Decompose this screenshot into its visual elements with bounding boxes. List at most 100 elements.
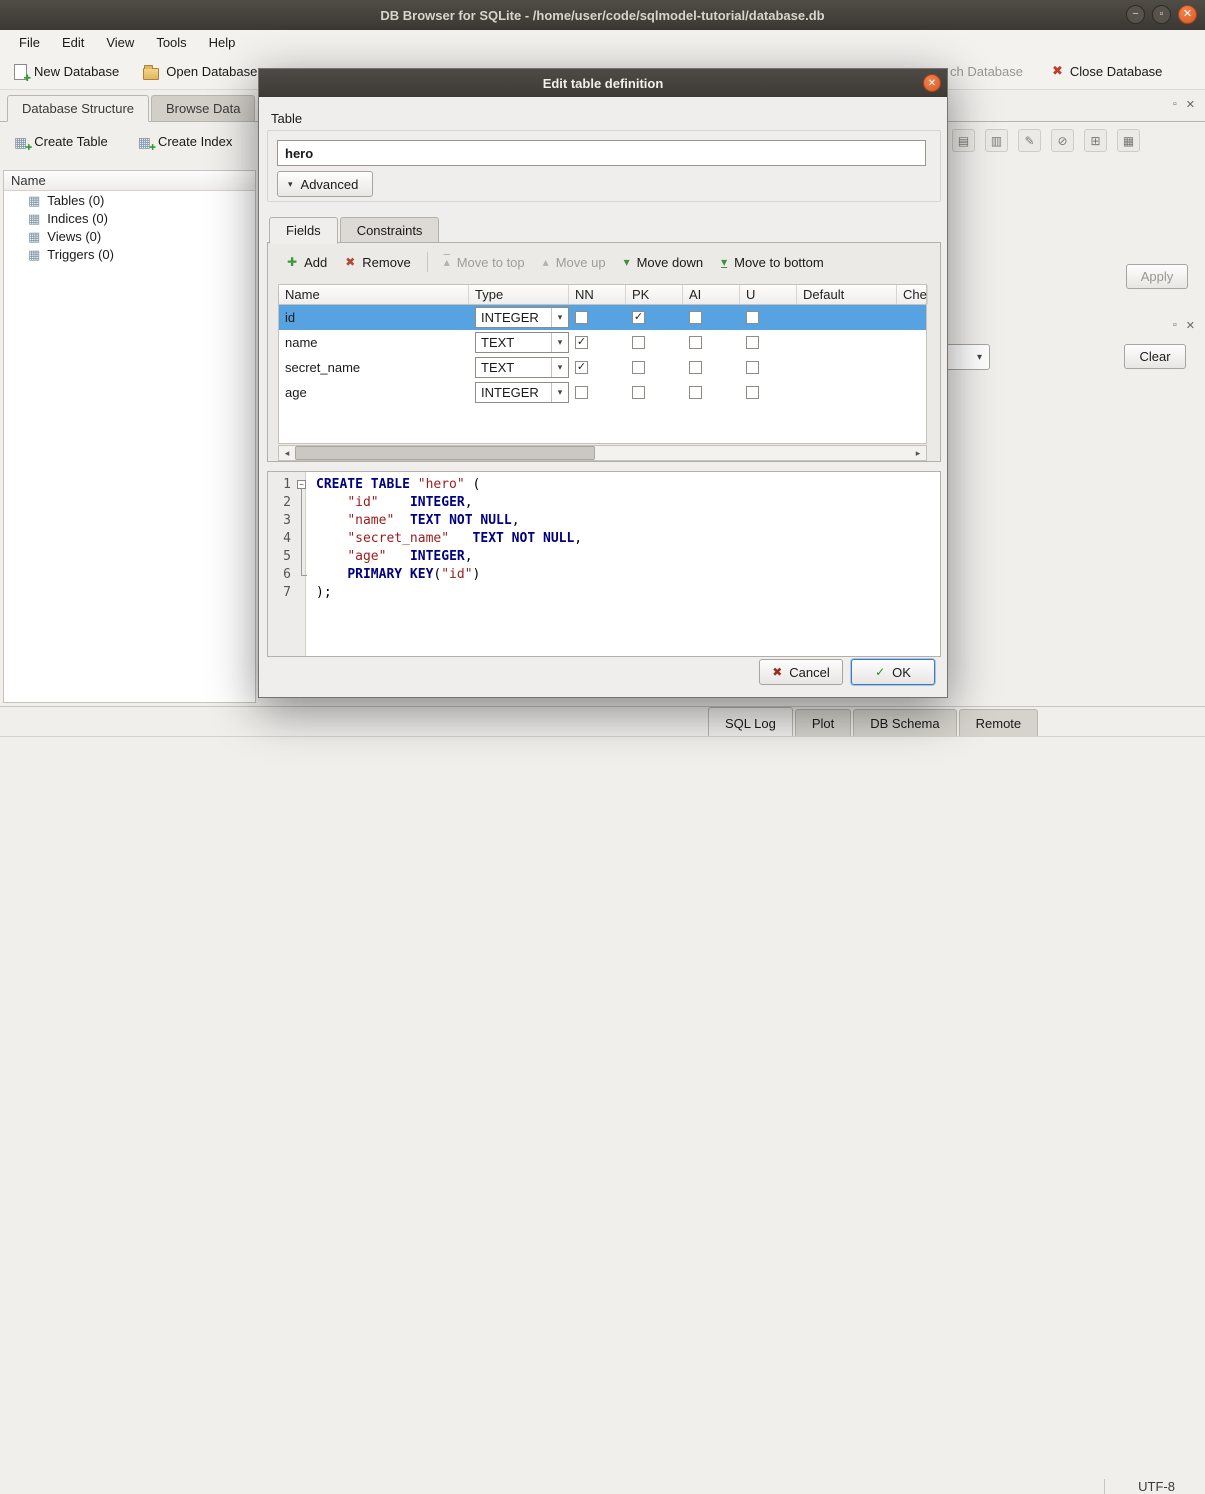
dialog-close-icon[interactable]: ✕ (923, 74, 941, 92)
close-icon[interactable]: ✕ (1178, 5, 1197, 24)
attach-database-button[interactable]: ch Database (950, 64, 1023, 79)
menu-view[interactable]: View (95, 32, 145, 53)
nn-checkbox[interactable] (575, 386, 588, 399)
ai-checkbox[interactable] (689, 361, 702, 374)
table-row[interactable]: idINTEGER▾✓ (279, 305, 926, 330)
u-checkbox[interactable] (746, 311, 759, 324)
column-header-check[interactable]: Check (897, 285, 928, 304)
nn-checkbox[interactable] (575, 311, 588, 324)
menu-tools[interactable]: Tools (145, 32, 197, 53)
column-header-default[interactable]: Default (797, 285, 897, 304)
chevron-down-icon: ▾ (288, 179, 293, 190)
sql-log-filter-select[interactable]: ▾ (946, 344, 990, 370)
move-to-bottom-button[interactable]: ▾Move to bottom (712, 250, 833, 275)
column-header-type[interactable]: Type (469, 285, 569, 304)
u-checkbox[interactable] (746, 386, 759, 399)
u-cell (740, 336, 797, 349)
code-fold-icon[interactable]: − (297, 480, 306, 489)
dock-toolbar-icon[interactable]: ✎ (1018, 129, 1041, 152)
dock-float-icon[interactable]: ▫ (1173, 319, 1177, 332)
column-header-u[interactable]: U (740, 285, 797, 304)
table-row[interactable]: secret_nameTEXT▾✓ (279, 355, 926, 380)
tree-item-label: Views (0) (47, 229, 101, 244)
pk-checkbox[interactable]: ✓ (632, 311, 645, 324)
tab-database-structure[interactable]: Database Structure (7, 95, 149, 122)
chevron-down-icon: ▾ (551, 308, 568, 327)
pk-checkbox[interactable] (632, 336, 645, 349)
pk-checkbox[interactable] (632, 361, 645, 374)
table-name-input[interactable]: hero (277, 140, 926, 166)
close-database-button[interactable]: ✖ Close Database (1052, 63, 1162, 79)
dock-toolbar-icon[interactable]: ▤ (952, 129, 975, 152)
sql-preview-editor[interactable]: 1234567 − CREATE TABLE "hero" ( "id" INT… (267, 471, 941, 657)
field-type-select[interactable]: TEXT▾ (475, 357, 569, 378)
scroll-left-icon[interactable]: ◂ (279, 446, 295, 460)
clear-button[interactable]: Clear (1124, 344, 1186, 369)
advanced-button[interactable]: ▾ Advanced (277, 171, 373, 197)
dock-toolbar-icon[interactable]: ⊘ (1051, 129, 1074, 152)
column-header-pk[interactable]: PK (626, 285, 683, 304)
tab-constraints[interactable]: Constraints (340, 217, 440, 244)
minimize-icon[interactable]: − (1126, 5, 1145, 24)
cancel-button[interactable]: ✖ Cancel (759, 659, 843, 685)
add-button[interactable]: ✚Add (278, 250, 336, 275)
dock-close-icon[interactable]: ✕ (1186, 319, 1195, 332)
horizontal-scrollbar[interactable]: ◂ ▸ (278, 445, 927, 461)
column-header-ai[interactable]: AI (683, 285, 740, 304)
tree-item-indices-0[interactable]: ▦Indices (0) (4, 209, 255, 227)
column-header-nn[interactable]: NN (569, 285, 626, 304)
ok-button[interactable]: ✓ OK (851, 659, 935, 685)
remove-button[interactable]: ✖Remove (336, 250, 419, 275)
menu-edit[interactable]: Edit (51, 32, 95, 53)
table-grid-icon: ▦ (28, 230, 40, 243)
field-type-select[interactable]: TEXT▾ (475, 332, 569, 353)
apply-button[interactable]: Apply (1126, 264, 1188, 289)
nn-checkbox[interactable]: ✓ (575, 336, 588, 349)
pk-checkbox[interactable] (632, 386, 645, 399)
scrollbar-track[interactable] (295, 446, 910, 460)
dock-float-icon[interactable]: ▫ (1173, 98, 1177, 111)
new-database-button[interactable]: New Database (14, 64, 119, 80)
tab-fields[interactable]: Fields (269, 217, 338, 244)
nn-checkbox[interactable]: ✓ (575, 361, 588, 374)
ai-checkbox[interactable] (689, 336, 702, 349)
menu-help[interactable]: Help (198, 32, 247, 53)
menu-file[interactable]: File (8, 32, 51, 53)
dock-close-icon[interactable]: ✕ (1186, 98, 1195, 111)
tab-browse-data[interactable]: Browse Data (151, 95, 255, 122)
ai-checkbox[interactable] (689, 386, 702, 399)
move-down-button[interactable]: ▾Move down (615, 250, 713, 275)
move-down-icon: ▾ (624, 256, 630, 268)
create-index-icon: ▦ (138, 135, 151, 149)
tree-item-tables-0[interactable]: ▦Tables (0) (4, 191, 255, 209)
tree-header-name[interactable]: Name (4, 171, 255, 191)
scrollbar-thumb[interactable] (295, 446, 595, 460)
field-type-select[interactable]: INTEGER▾ (475, 382, 569, 403)
open-database-button[interactable]: Open Database (143, 64, 257, 80)
tab-sql-log[interactable]: SQL Log (708, 707, 793, 738)
table-row[interactable]: ageINTEGER▾ (279, 380, 926, 405)
pk-cell (626, 336, 683, 349)
tab-db-schema[interactable]: DB Schema (853, 709, 956, 738)
table-row[interactable]: nameTEXT▾✓ (279, 330, 926, 355)
ai-checkbox[interactable] (689, 311, 702, 324)
dock-toolbar-icon[interactable]: ▥ (985, 129, 1008, 152)
create-index-button[interactable]: ▦ Create Index (138, 134, 233, 149)
u-checkbox[interactable] (746, 336, 759, 349)
sql-line: ); (316, 584, 582, 602)
column-header-name[interactable]: Name (279, 285, 469, 304)
scroll-right-icon[interactable]: ▸ (910, 446, 926, 460)
dock-toolbar-icon[interactable]: ⊞ (1084, 129, 1107, 152)
maximize-icon[interactable]: ▫ (1152, 5, 1171, 24)
fields-toolbar: ✚Add✖Remove▴Move to top▴Move up▾Move dow… (268, 243, 940, 281)
dock-toolbar-icon[interactable]: ▦ (1117, 129, 1140, 152)
line-number: 3 (268, 512, 305, 530)
tree-item-views-0[interactable]: ▦ Views (0) (4, 227, 255, 245)
tab-remote[interactable]: Remote (959, 709, 1039, 738)
create-table-button[interactable]: ▦ Create Table (14, 134, 108, 149)
u-checkbox[interactable] (746, 361, 759, 374)
field-type-select[interactable]: INTEGER▾ (475, 307, 569, 328)
tree-item-triggers-0[interactable]: ▦Triggers (0) (4, 245, 255, 263)
line-number: 5 (268, 548, 305, 566)
tab-plot[interactable]: Plot (795, 709, 851, 738)
